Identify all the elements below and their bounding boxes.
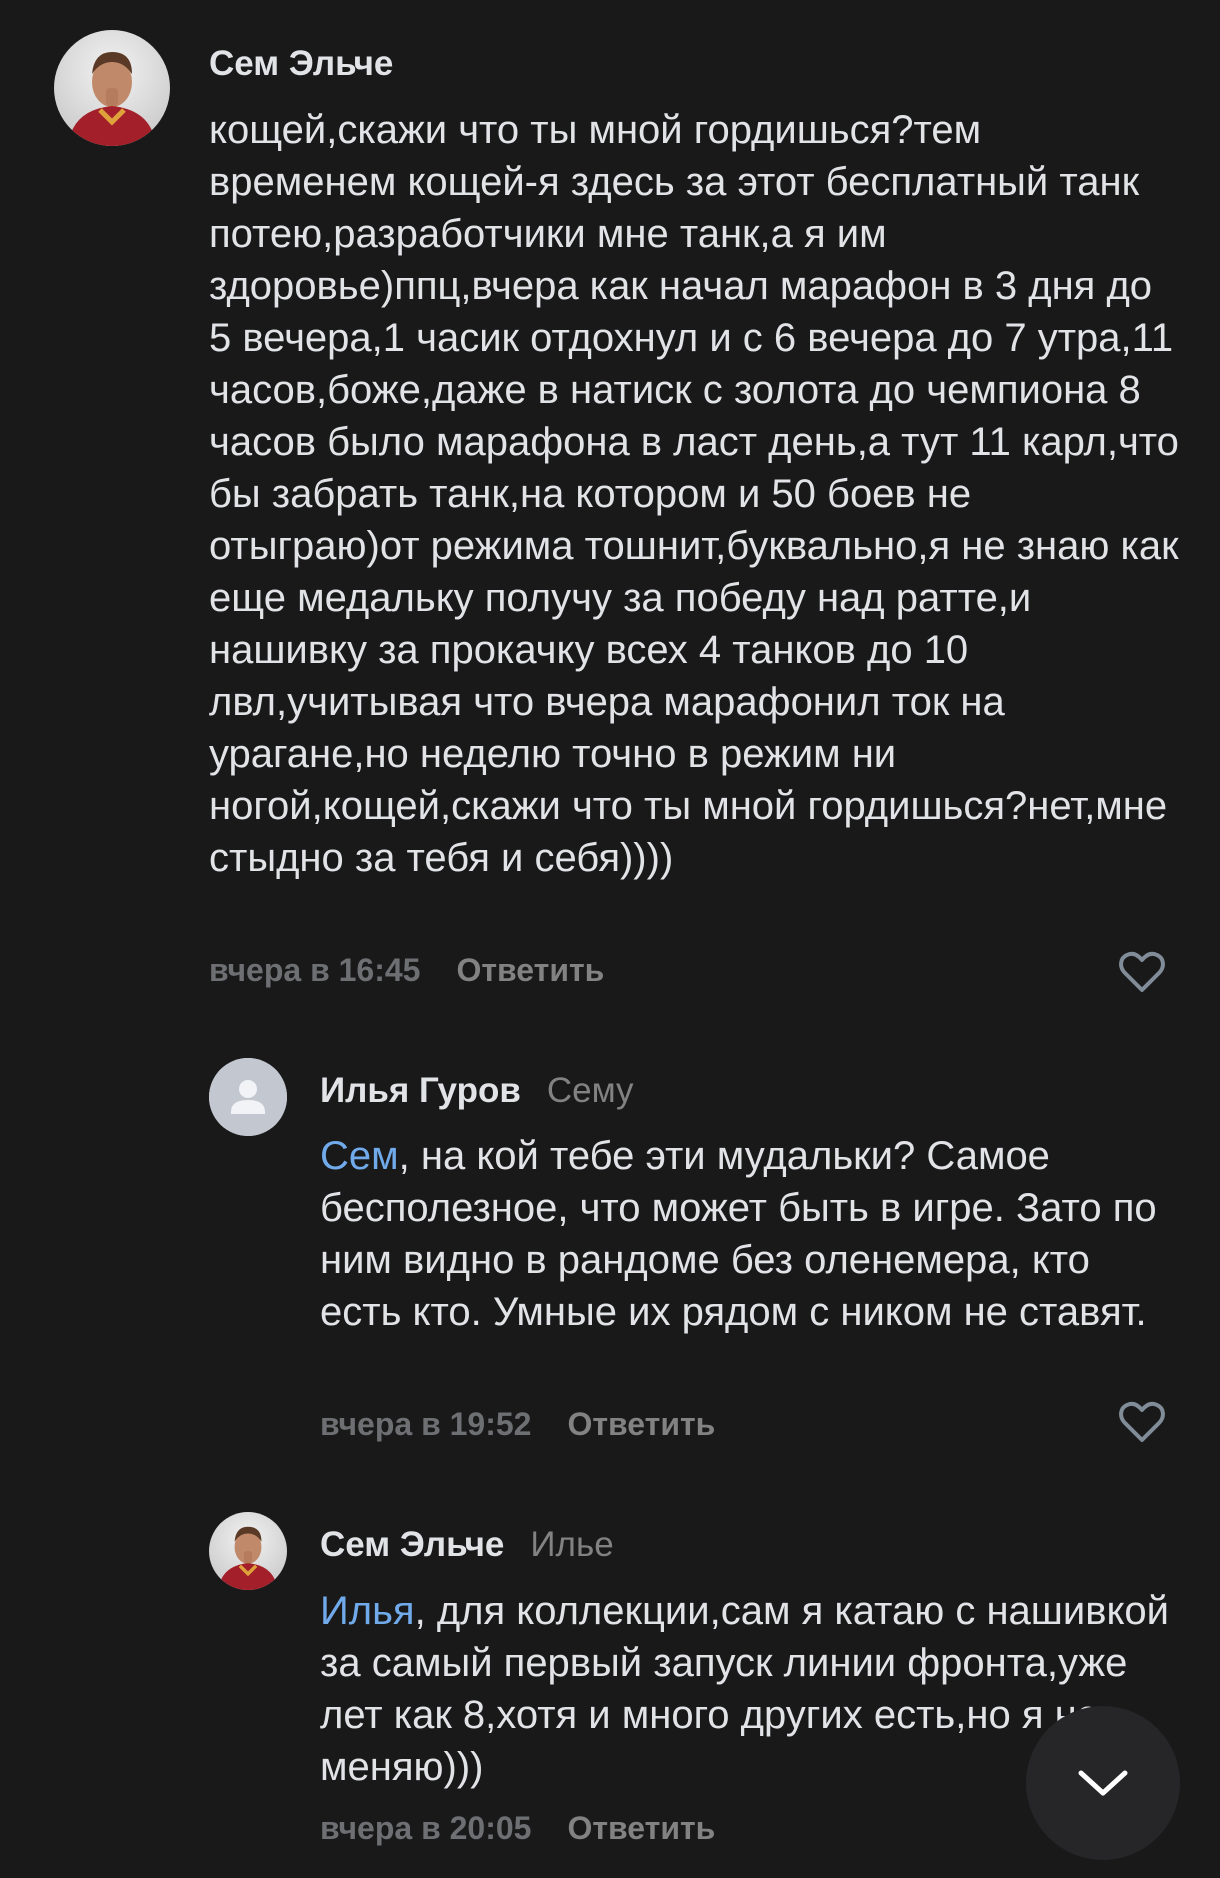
comment-body: , на кой тебе эти мудальки? Самое беспол…: [320, 1134, 1157, 1334]
mention-link[interactable]: Илья: [320, 1589, 415, 1633]
like-button[interactable]: [1118, 950, 1166, 994]
reply-to-label[interactable]: Сему: [547, 1071, 634, 1110]
scroll-down-button[interactable]: [1026, 1706, 1180, 1860]
comment-date[interactable]: вчера в 20:05: [320, 1810, 531, 1846]
author-avatar[interactable]: [209, 1058, 287, 1136]
like-button[interactable]: [1118, 1400, 1166, 1444]
author-line: Сем Эльче: [209, 44, 393, 84]
author-line: Сем Эльче Илье: [320, 1525, 614, 1565]
author-name[interactable]: Илья Гуров: [320, 1071, 521, 1110]
author-line: Илья Гуров Сему: [320, 1071, 634, 1111]
user-photo-avatar-icon: [54, 30, 170, 146]
comment-date[interactable]: вчера в 19:52: [320, 1406, 531, 1442]
author-name[interactable]: Сем Эльче: [320, 1525, 504, 1564]
heart-outline-icon: [1119, 1401, 1165, 1442]
comment-meta: вчера в 19:52 Ответить: [320, 1404, 715, 1444]
author-avatar[interactable]: [54, 30, 170, 146]
comment-date[interactable]: вчера в 16:45: [209, 952, 420, 988]
author-name[interactable]: Сем Эльче: [209, 44, 393, 83]
comment-text: Сем, на кой тебе эти мудальки? Самое бес…: [320, 1130, 1180, 1338]
comment-meta: вчера в 16:45 Ответить: [209, 950, 604, 990]
mention-link[interactable]: Сем: [320, 1134, 399, 1178]
reply-button[interactable]: Ответить: [567, 1810, 715, 1846]
heart-outline-icon: [1119, 951, 1165, 992]
reply-to-label[interactable]: Илье: [530, 1525, 613, 1564]
chevron-down-icon: [1078, 1770, 1128, 1796]
reply-button[interactable]: Ответить: [456, 952, 604, 988]
user-photo-avatar-icon: [209, 1512, 287, 1590]
reply-button[interactable]: Ответить: [567, 1406, 715, 1442]
default-user-avatar-icon: [209, 1058, 287, 1136]
author-avatar[interactable]: [209, 1512, 287, 1590]
comment-meta: вчера в 20:05 Ответить: [320, 1808, 715, 1848]
comment-text: кощей,скажи что ты мной гордишься?тем вр…: [209, 108, 1179, 880]
